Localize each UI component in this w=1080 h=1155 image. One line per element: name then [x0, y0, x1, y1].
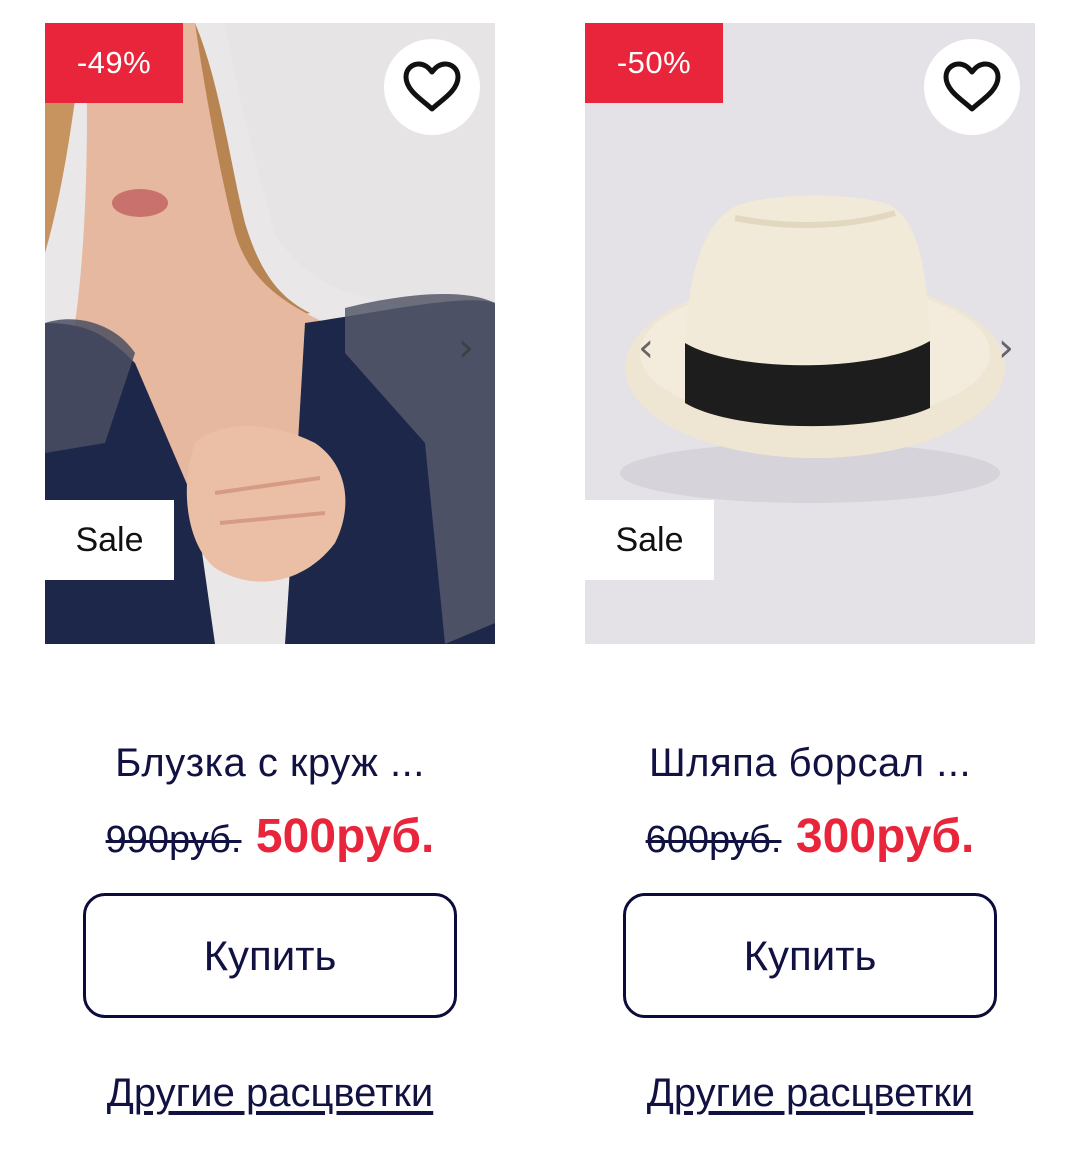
old-price: 600руб.	[645, 819, 782, 861]
sale-price: 500руб.	[255, 810, 435, 863]
product-card: -50% ‹ › Sale Шляпа борсал ... 600руб. 3…	[585, 23, 1035, 1115]
carousel-next-button[interactable]: ›	[451, 323, 481, 373]
chevron-right-icon: ›	[998, 325, 1014, 371]
product-image-carousel[interactable]: -50% ‹ › Sale	[585, 23, 1035, 644]
add-to-wishlist-button[interactable]	[924, 39, 1020, 135]
sale-tag: Sale	[585, 500, 714, 580]
price-block: 990руб. 500руб.	[45, 809, 495, 864]
discount-badge: -49%	[45, 23, 183, 103]
carousel-prev-button[interactable]: ‹	[631, 323, 661, 373]
carousel-next-button[interactable]: ›	[991, 323, 1021, 373]
price-block: 600руб. 300руб.	[585, 809, 1035, 864]
product-image-carousel[interactable]: -49% › Sale	[45, 23, 495, 644]
other-colors-link[interactable]: Другие расцветки	[585, 1071, 1035, 1116]
buy-button[interactable]: Купить	[83, 893, 457, 1018]
add-to-wishlist-button[interactable]	[384, 39, 480, 135]
sale-tag: Sale	[45, 500, 174, 580]
product-title[interactable]: Шляпа борсал ...	[585, 741, 1035, 786]
heart-icon	[943, 61, 1001, 112]
chevron-left-icon: ‹	[638, 325, 654, 371]
product-card: -49% › Sale Блузка с круж ... 990руб. 50…	[45, 23, 495, 1115]
other-colors-link[interactable]: Другие расцветки	[45, 1071, 495, 1116]
discount-badge: -50%	[585, 23, 723, 103]
buy-button[interactable]: Купить	[623, 893, 997, 1018]
sale-price: 300руб.	[795, 810, 975, 863]
chevron-right-icon: ›	[458, 325, 474, 371]
heart-icon	[403, 61, 461, 112]
product-title[interactable]: Блузка с круж ...	[45, 741, 495, 786]
old-price: 990руб.	[105, 819, 242, 861]
product-grid: -49% › Sale Блузка с круж ... 990руб. 50…	[0, 0, 1080, 1155]
